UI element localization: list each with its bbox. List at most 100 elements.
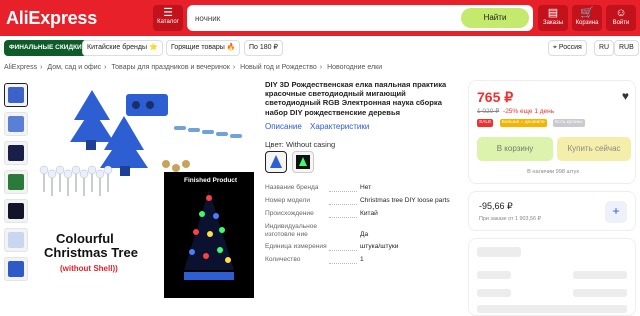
spec-key: Количество	[265, 256, 301, 263]
spec-key: Номер модели	[265, 197, 311, 204]
coupons-badge: Есть купоны	[553, 119, 585, 127]
region-label: Россия	[558, 44, 582, 51]
catalog-label: Каталог	[157, 19, 179, 25]
color-swatch-image	[296, 155, 310, 169]
loading-placeholder	[477, 271, 511, 279]
spec-value: Christmas tree DIY loose parts	[360, 197, 450, 204]
orders-icon: ▤	[547, 7, 559, 19]
color-label: Цвет: Without casing	[265, 140, 336, 149]
sale-badge: SALE	[477, 119, 494, 127]
spec-value: Нет	[360, 184, 372, 191]
spec-value: Китай	[360, 210, 378, 217]
thumbnail[interactable]	[4, 170, 28, 194]
thumbnail[interactable]	[4, 257, 28, 281]
old-price-row: 1 020 ₽ -25% еще 1 день	[477, 107, 554, 115]
color-option-without-casing[interactable]	[265, 151, 287, 173]
color-option-with-casing[interactable]	[292, 151, 314, 173]
banner-title-line1: Colourful	[56, 231, 114, 246]
spec-key: Единица измерения	[265, 243, 327, 250]
old-price: 1 020 ₽	[477, 108, 500, 115]
chevron-right-icon: ›	[40, 64, 43, 71]
loading-placeholder	[573, 289, 627, 297]
add-to-cart-button[interactable]: В корзину	[477, 137, 553, 161]
search-input[interactable]	[195, 12, 465, 25]
login-button[interactable]: ☺ Войти	[606, 5, 636, 31]
spec-dots	[329, 191, 357, 192]
loading-placeholder	[477, 289, 511, 297]
language-selector[interactable]: RU	[594, 40, 615, 56]
top-header: AliExpress ☰ Каталог Найти ▤ Заказы 🛒 Ко…	[0, 0, 640, 36]
loading-placeholder	[573, 271, 627, 279]
coupon-panel: -95,66 ₽ При заказе от 1 903,56 ₽ +	[468, 191, 636, 231]
badges: SALE Больше = дешевле Есть купоны	[477, 119, 587, 137]
login-label: Войти	[612, 20, 630, 26]
heart-icon[interactable]: ♥	[622, 89, 629, 103]
spec-row: Индивидуальное изготовле ние Да	[265, 223, 463, 243]
menu-icon: ☰	[163, 7, 173, 19]
region-selector[interactable]: ⌖ Россия	[548, 40, 587, 56]
discount-label: -25% еще 1 день	[503, 108, 555, 115]
breadcrumb-item[interactable]: Новый год и Рождество	[240, 64, 317, 71]
spec-key: Название бренда	[265, 184, 319, 191]
coupon-condition: При заказе от 1 903,56 ₽	[479, 216, 541, 222]
main-product-image[interactable]: Finished Product Colourful Christmas Tre…	[34, 80, 258, 302]
tab-specifications[interactable]: Характеристики	[310, 122, 369, 131]
chevron-right-icon: ›	[319, 64, 323, 71]
currency-selector[interactable]: RUB	[614, 40, 639, 56]
thumbnail[interactable]	[4, 228, 28, 252]
search-bar: Найти	[187, 5, 533, 31]
subnav-item-180[interactable]: По 180 ₽	[244, 40, 283, 56]
breadcrumb-item[interactable]: Товары для праздников и вечеринок	[111, 64, 229, 71]
banner-title-line2: Christmas Tree	[44, 245, 138, 260]
coupon-amount: -95,66 ₽	[479, 201, 513, 211]
stock-info: В наличии 998 штук	[527, 169, 579, 175]
tab-description[interactable]: Описание	[265, 122, 302, 131]
spec-key: Происхождение	[265, 210, 314, 217]
search-button[interactable]: Найти	[461, 8, 529, 28]
spec-value: 1	[360, 256, 364, 263]
buy-now-button[interactable]: Купить сейчас	[557, 137, 631, 161]
spec-dots	[329, 250, 357, 251]
spec-value: штука/штуки	[360, 243, 399, 250]
thumbnail[interactable]	[4, 199, 28, 223]
finished-product-label: Finished Product	[184, 177, 238, 184]
orders-button[interactable]: ▤ Заказы	[538, 5, 568, 31]
spec-key: Индивидуальное изготовле ние	[265, 223, 318, 238]
banner-title: Colourful Christmas Tree	[44, 232, 138, 260]
loading-placeholder	[477, 305, 627, 313]
spec-row: Номер модели Christmas tree DIY loose par…	[265, 197, 463, 210]
spec-dots	[329, 204, 357, 205]
thumbnail[interactable]	[4, 112, 28, 136]
product-tabs: Описание Характеристики	[265, 122, 375, 131]
cart-icon: 🛒	[580, 7, 594, 19]
sub-navigation: ФИНАЛЬНЫЕ СКИДКИ Китайские бренды ⭐ Горя…	[0, 38, 640, 58]
spec-row: Название бренда Нет	[265, 184, 463, 197]
spec-row: Количество 1	[265, 256, 463, 269]
promo-chip[interactable]: ФИНАЛЬНЫЕ СКИДКИ	[4, 40, 87, 56]
spec-row: Единица измерения штука/штуки	[265, 243, 463, 256]
loading-placeholder	[477, 247, 521, 257]
purchase-panel: 765 ₽ ♥ 1 020 ₽ -25% еще 1 день SALE Бол…	[468, 80, 636, 184]
bulk-badge: Больше = дешевле	[499, 119, 547, 127]
orders-label: Заказы	[542, 20, 564, 26]
cart-button[interactable]: 🛒 Корзина	[572, 5, 602, 31]
catalog-button[interactable]: ☰ Каталог	[153, 5, 183, 31]
add-coupon-button[interactable]: +	[605, 201, 627, 223]
spec-dots	[329, 263, 357, 264]
aliexpress-logo[interactable]: AliExpress	[6, 8, 97, 29]
subnav-item-hot-deals[interactable]: Горящие товары 🔥	[166, 40, 241, 56]
cart-label: Корзина	[575, 20, 599, 26]
subnav-item-chinese-brands[interactable]: Китайские бренды ⭐	[82, 40, 163, 56]
breadcrumb-item[interactable]: AliExpress	[4, 64, 37, 71]
spec-value: Да	[360, 231, 369, 238]
thumbnail[interactable]	[4, 141, 28, 165]
spec-dots	[329, 217, 357, 218]
spec-row: Происхождение Китай	[265, 210, 463, 223]
breadcrumb-item[interactable]: Новогодние елки	[327, 64, 382, 71]
breadcrumb-item[interactable]: Дом, сад и офис	[47, 64, 101, 71]
current-price: 765 ₽	[477, 89, 514, 105]
gallery-thumbnails	[4, 83, 28, 286]
thumbnail[interactable]	[4, 83, 28, 107]
chevron-right-icon: ›	[232, 64, 236, 71]
product-title: DIY 3D Рождественская елка паяльная прак…	[265, 80, 447, 117]
